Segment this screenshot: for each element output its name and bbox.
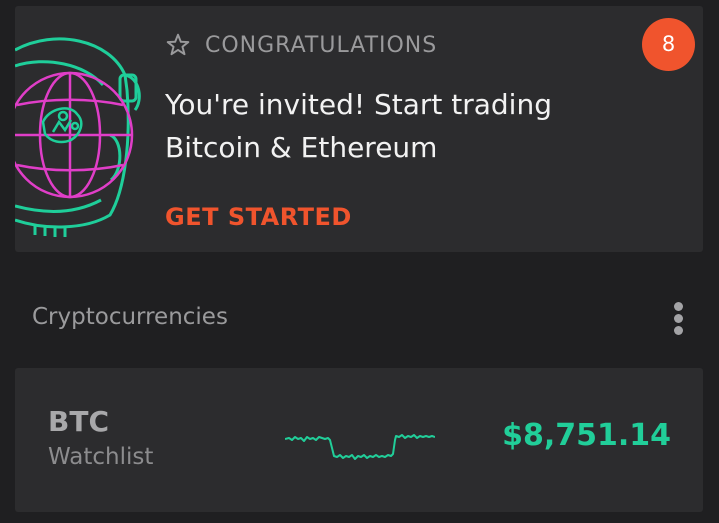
- menu-dot: [674, 326, 683, 335]
- promo-headline: You're invited! Start trading Bitcoin & …: [165, 88, 552, 164]
- invite-promo-card[interactable]: 8 CONGRATULATIONS You're invited! Start …: [15, 6, 703, 252]
- star-outline-icon: [166, 33, 190, 56]
- notification-count-badge: 8: [642, 18, 695, 71]
- section-title: Cryptocurrencies: [32, 304, 228, 330]
- get-started-button[interactable]: GET STARTED: [165, 203, 352, 231]
- menu-dot: [674, 314, 683, 323]
- sparkline-path: [285, 434, 435, 460]
- astronaut-globe-illustration: [15, 37, 141, 237]
- asset-price: $8,751.14: [502, 418, 671, 453]
- menu-dot: [674, 302, 683, 311]
- promo-eyebrow-label: CONGRATULATIONS: [205, 32, 438, 58]
- more-vertical-icon[interactable]: [664, 298, 694, 338]
- asset-ticker: BTC: [48, 405, 109, 438]
- price-sparkline: [285, 434, 435, 460]
- home-screen: 8 CONGRATULATIONS You're invited! Start …: [0, 0, 719, 523]
- asset-row-btc[interactable]: BTC Watchlist $8,751.14: [15, 368, 703, 512]
- promo-eyebrow: CONGRATULATIONS: [165, 32, 437, 58]
- asset-subtitle: Watchlist: [48, 444, 154, 470]
